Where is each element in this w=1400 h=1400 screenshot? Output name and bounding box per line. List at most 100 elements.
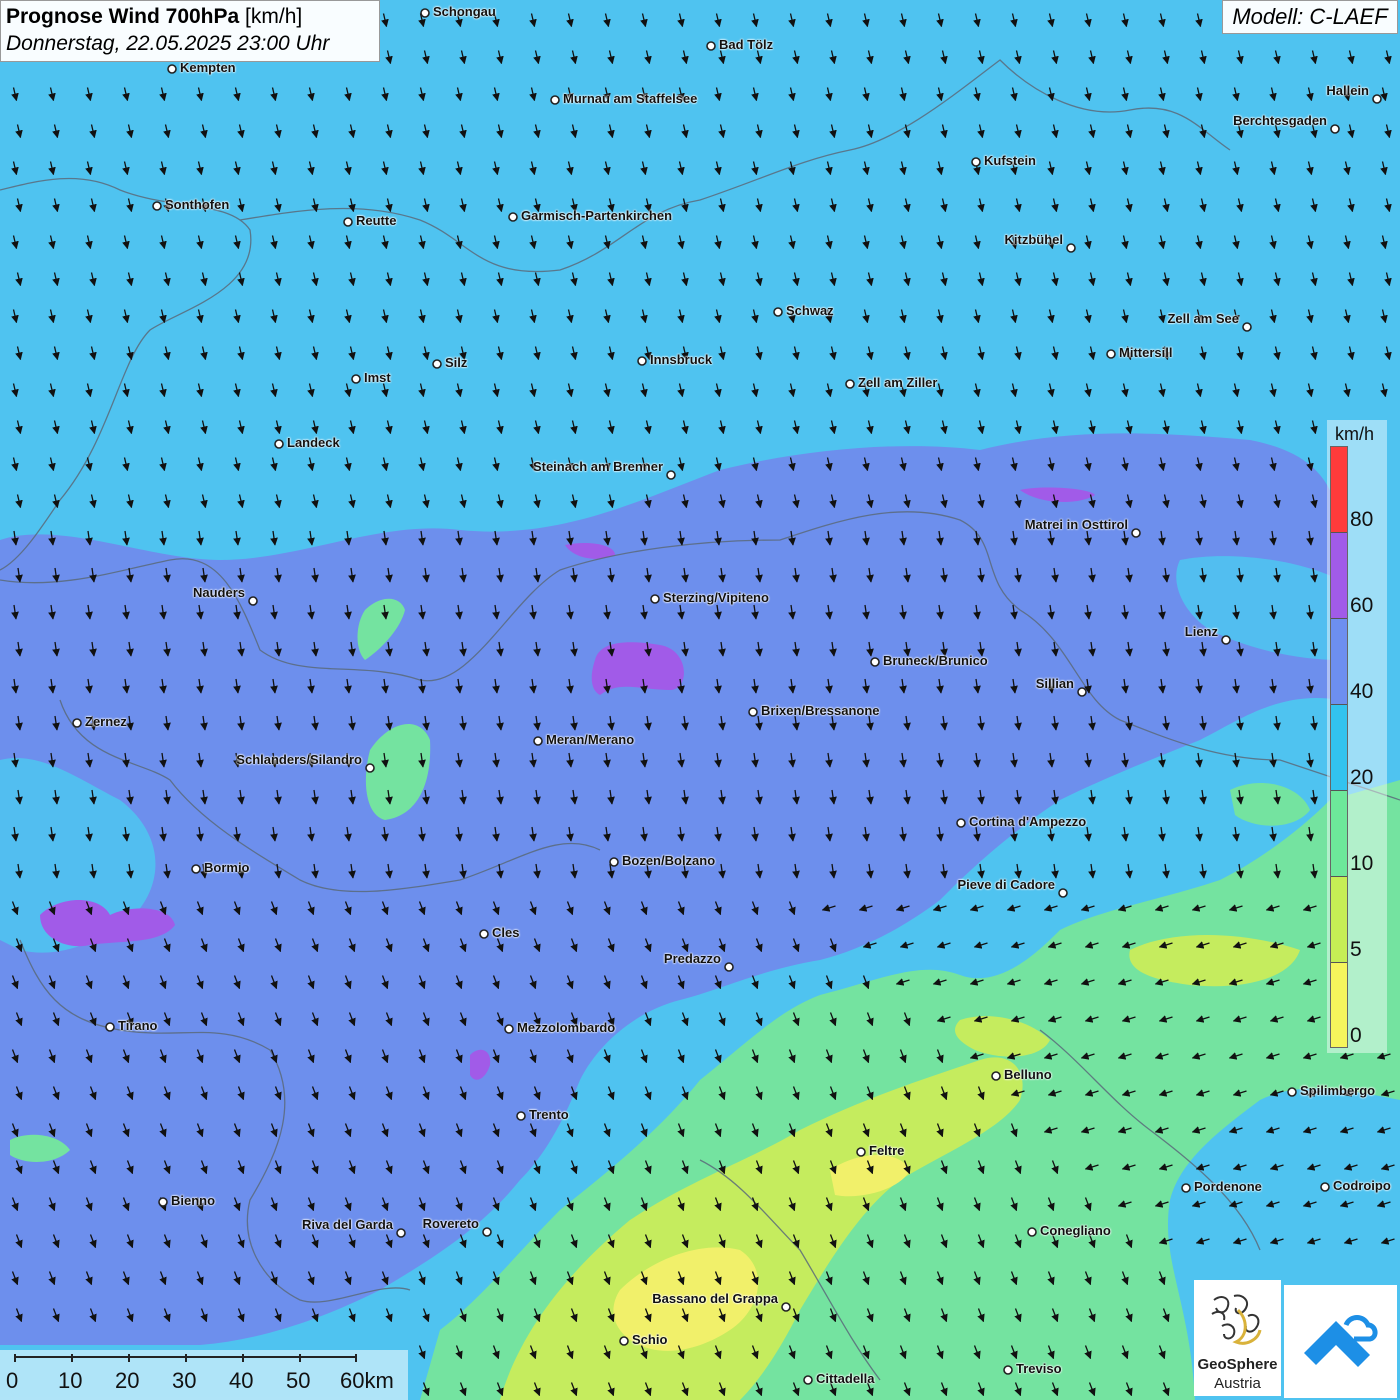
city-dot[interactable] <box>1066 243 1076 253</box>
city-dot[interactable] <box>856 1147 866 1157</box>
city-dot[interactable] <box>396 1228 406 1238</box>
city-dot[interactable] <box>1287 1087 1297 1097</box>
city-dot[interactable] <box>248 596 258 606</box>
city-label: Feltre <box>869 1143 905 1158</box>
city-label: Murnau am Staffelsee <box>563 91 698 106</box>
legend-tick-40: 40 <box>1350 680 1374 703</box>
city-dot[interactable] <box>420 8 430 18</box>
city-label: Zernez <box>85 714 127 729</box>
city-dot[interactable] <box>479 929 489 939</box>
city-dot[interactable] <box>845 379 855 389</box>
geosphere-emblem-icon <box>1211 1294 1262 1345</box>
city-label: Conegliano <box>1040 1223 1111 1238</box>
city-dot[interactable] <box>609 857 619 867</box>
city-label: Bruneck/Brunico <box>883 653 988 668</box>
city-dot[interactable] <box>724 962 734 972</box>
city-dot[interactable] <box>1106 349 1116 359</box>
city-label: Lienz <box>1184 624 1218 639</box>
city-dot[interactable] <box>550 95 560 105</box>
city-dot[interactable] <box>167 64 177 74</box>
city-dot[interactable] <box>516 1111 526 1121</box>
city-dot[interactable] <box>619 1336 629 1346</box>
city-dot[interactable] <box>1003 1365 1013 1375</box>
city-dot[interactable] <box>773 307 783 317</box>
city-dot[interactable] <box>343 217 353 227</box>
city-dot[interactable] <box>1221 635 1231 645</box>
legend-seg-5 <box>1331 877 1347 963</box>
city-dot[interactable] <box>152 201 162 211</box>
legend-tick-80: 80 <box>1350 508 1374 531</box>
city-dot[interactable] <box>1330 124 1340 134</box>
city-dot[interactable] <box>781 1302 791 1312</box>
city-dot[interactable] <box>870 657 880 667</box>
city-dot[interactable] <box>1372 94 1382 104</box>
legend-tick-10: 10 <box>1350 852 1374 875</box>
map-title: Prognose Wind 700hPa [km/h] <box>6 4 374 30</box>
city-dot[interactable] <box>105 1022 115 1032</box>
geosphere-logo[interactable]: GeoSphere Austria <box>1194 1280 1281 1396</box>
city-dot[interactable] <box>1131 528 1141 538</box>
city-dot[interactable] <box>274 439 284 449</box>
city-dot[interactable] <box>1077 687 1087 697</box>
city-dot[interactable] <box>1242 322 1252 332</box>
scale-label: 60km <box>340 1368 394 1393</box>
city-dot[interactable] <box>482 1227 492 1237</box>
city-label: Sillian <box>1035 676 1074 691</box>
city-label: Bozen/Bolzano <box>622 853 716 868</box>
city-dot[interactable] <box>432 359 442 369</box>
legend-seg-0 <box>1331 963 1347 1047</box>
city-label: Mezzolombardo <box>517 1020 616 1035</box>
scale-label: 30 <box>172 1368 197 1393</box>
city-dot[interactable] <box>158 1197 168 1207</box>
city-dot[interactable] <box>365 763 375 773</box>
city-label: Garmisch-Partenkirchen <box>521 208 673 223</box>
city-label: Kempten <box>180 60 236 75</box>
geosphere-country: Austria <box>1214 1375 1261 1392</box>
city-label: Matrei in Osttirol <box>1024 517 1128 532</box>
city-dot[interactable] <box>971 157 981 167</box>
city-dot[interactable] <box>504 1024 514 1034</box>
city-dot[interactable] <box>1027 1227 1037 1237</box>
city-dot[interactable] <box>956 818 966 828</box>
partner-emblem-icon <box>1304 1315 1378 1367</box>
city-dot[interactable] <box>991 1071 1001 1081</box>
city-dot[interactable] <box>637 356 647 366</box>
legend-unit: km/h <box>1335 424 1375 444</box>
city-label: Sonthofen <box>165 197 230 212</box>
city-label: Nauders <box>192 585 245 600</box>
scale-tick <box>299 1354 301 1362</box>
legend-seg-10 <box>1331 791 1347 877</box>
title-unit: [km/h] <box>245 5 303 28</box>
city-dot[interactable] <box>191 864 201 874</box>
city-dot[interactable] <box>666 470 676 480</box>
city-dot[interactable] <box>351 374 361 384</box>
city-label: Cortina d'Ampezzo <box>969 814 1087 829</box>
city-dot[interactable] <box>72 718 82 728</box>
city-label: Zell am See <box>1167 311 1239 326</box>
city-label: Schongau <box>433 4 496 19</box>
scale-tick <box>128 1354 130 1362</box>
city-dot[interactable] <box>1320 1182 1330 1192</box>
city-label: Treviso <box>1016 1361 1062 1376</box>
city-dot[interactable] <box>803 1375 813 1385</box>
model-label: Modell: C-LAEF <box>1222 0 1398 34</box>
title-main: Prognose Wind 700hPa <box>6 5 240 28</box>
city-label: Belluno <box>1004 1067 1052 1082</box>
city-label: Cittadella <box>816 1371 875 1386</box>
city-label: Kitzbühel <box>1004 232 1064 247</box>
scale-label: 50 <box>286 1368 311 1393</box>
city-dot[interactable] <box>1181 1183 1191 1193</box>
partner-logo[interactable] <box>1284 1285 1397 1398</box>
city-dot[interactable] <box>533 736 543 746</box>
city-label: Brixen/Bressanone <box>761 703 880 718</box>
city-label: Berchtesgaden <box>1233 113 1327 128</box>
legend-tick-20: 20 <box>1350 766 1374 789</box>
color-legend: km/h 80 60 40 20 10 5 0 <box>1327 420 1387 1053</box>
geosphere-name: GeoSphere <box>1197 1356 1278 1373</box>
city-dot[interactable] <box>650 594 660 604</box>
city-dot[interactable] <box>706 41 716 51</box>
city-label: Pieve di Cadore <box>957 877 1055 892</box>
city-dot[interactable] <box>1058 888 1068 898</box>
city-dot[interactable] <box>748 707 758 717</box>
city-dot[interactable] <box>508 212 518 222</box>
